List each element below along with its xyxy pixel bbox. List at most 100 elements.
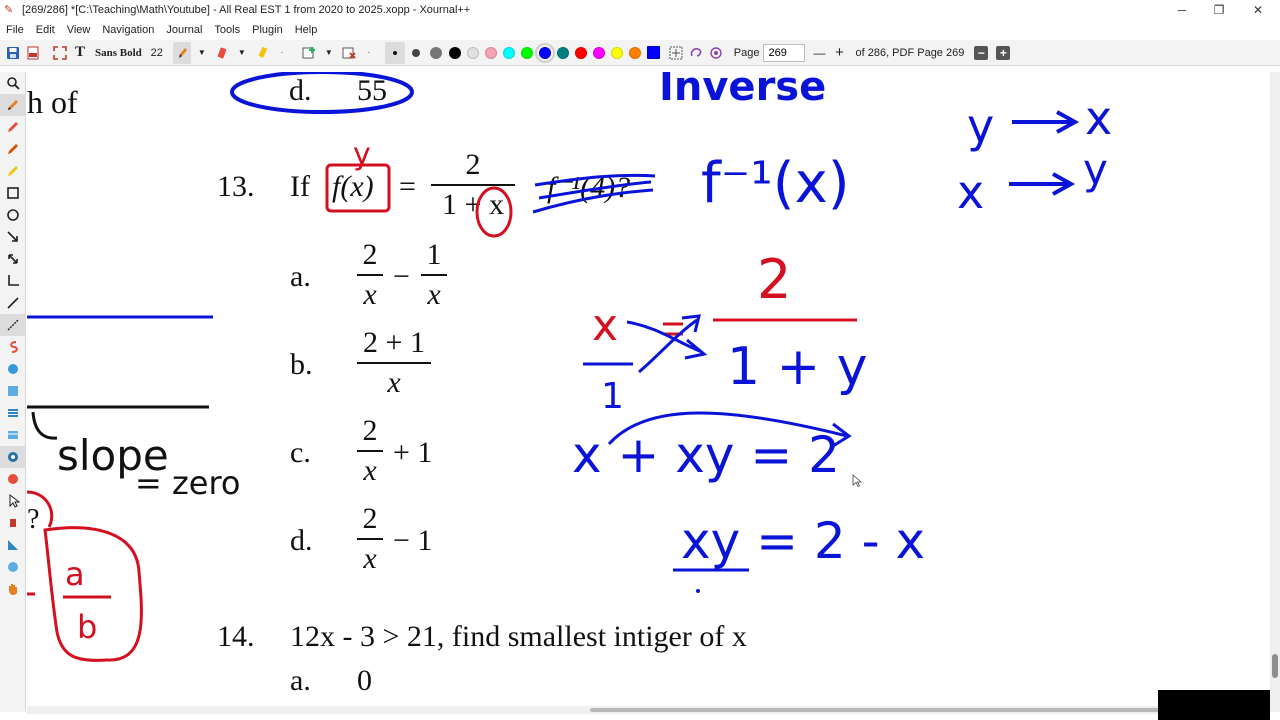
ellipse-tool-icon[interactable] bbox=[0, 204, 26, 226]
eraser-dropdown-icon[interactable]: ▼ bbox=[233, 42, 251, 64]
pen-alt2-icon[interactable] bbox=[0, 138, 26, 160]
font-size[interactable]: 22 bbox=[148, 42, 166, 64]
add-image-icon[interactable] bbox=[300, 42, 318, 64]
color-red-swatch[interactable] bbox=[574, 46, 587, 59]
window-title: [269/286] *[C:\Teaching\Math\Youtube] - … bbox=[22, 4, 471, 16]
vertical-space-icon[interactable] bbox=[0, 446, 26, 468]
menu-navigation[interactable]: Navigation bbox=[96, 20, 160, 40]
color-cyan-swatch[interactable] bbox=[502, 46, 515, 59]
color-white-swatch[interactable] bbox=[466, 46, 479, 59]
color-magenta-swatch[interactable] bbox=[592, 46, 605, 59]
current-color-swatch[interactable] bbox=[646, 46, 660, 59]
menu-journal[interactable]: Journal bbox=[160, 20, 208, 40]
menu-help[interactable]: Help bbox=[289, 20, 324, 40]
image-dropdown-icon[interactable]: ▼ bbox=[320, 42, 338, 64]
pen-icon[interactable] bbox=[172, 41, 191, 64]
select-rect-icon[interactable] bbox=[0, 380, 26, 402]
color-blue-swatch[interactable] bbox=[534, 42, 555, 63]
double-arrow-tool-icon[interactable] bbox=[0, 248, 26, 270]
layers-icon[interactable] bbox=[0, 402, 26, 424]
hand-icon-alt[interactable] bbox=[0, 512, 26, 534]
pen-tool-icon[interactable] bbox=[0, 94, 26, 116]
search-icon[interactable] bbox=[0, 72, 26, 94]
color-yellow-swatch[interactable] bbox=[610, 46, 623, 59]
page-decrement-button[interactable]: — bbox=[810, 42, 828, 64]
hand-tool-icon[interactable] bbox=[0, 578, 26, 600]
coordinate-system-icon[interactable] bbox=[0, 270, 26, 292]
ink-dot bbox=[696, 589, 700, 593]
question-13-function: f(x) bbox=[332, 170, 374, 203]
ink-y-from: y bbox=[967, 99, 994, 153]
menu-plugin[interactable]: Plugin bbox=[246, 20, 289, 40]
webcam-overlay bbox=[1158, 690, 1270, 720]
line-tool-icon[interactable] bbox=[0, 292, 26, 314]
ink-slope-hook bbox=[31, 411, 58, 440]
setsquare-icon[interactable] bbox=[0, 534, 26, 556]
rectangle-tool-icon[interactable] bbox=[0, 182, 26, 204]
page-increment-button[interactable]: + bbox=[830, 42, 848, 64]
shape-recognizer-icon[interactable] bbox=[707, 42, 725, 64]
pen-dropdown-icon[interactable]: ▼ bbox=[193, 42, 211, 64]
fullscreen-icon[interactable] bbox=[51, 42, 69, 64]
menu-tools[interactable]: Tools bbox=[208, 20, 246, 40]
text-tool-icon[interactable]: T bbox=[71, 42, 89, 64]
fraction-bar bbox=[421, 274, 447, 276]
menu-file[interactable]: File bbox=[0, 20, 30, 40]
ink-equals bbox=[663, 322, 683, 336]
font-name[interactable]: Sans Bold bbox=[91, 42, 146, 64]
delete-dropdown-icon[interactable]: · bbox=[360, 42, 378, 64]
vertical-scrollbar[interactable] bbox=[1270, 72, 1280, 712]
vertical-scroll-thumb[interactable] bbox=[1272, 654, 1278, 678]
document-canvas[interactable]: h of d. 55 13. If f(x) = 2 1 + x f⁻¹(4)?… bbox=[27, 72, 1270, 706]
color-teal-swatch[interactable] bbox=[556, 46, 569, 59]
ink-equation-2: xy = 2 - x bbox=[681, 512, 925, 570]
delete-icon[interactable] bbox=[340, 42, 358, 64]
option-d-fraction: 2 x bbox=[357, 502, 383, 576]
lasso-icon[interactable] bbox=[687, 42, 705, 64]
thickness-medium-icon[interactable] bbox=[407, 42, 425, 64]
highlighter-icon[interactable] bbox=[253, 42, 271, 64]
menu-edit[interactable]: Edit bbox=[30, 20, 61, 40]
select-region-icon[interactable] bbox=[667, 42, 685, 64]
eraser-icon[interactable] bbox=[213, 42, 231, 64]
zoom-out-button[interactable]: − bbox=[974, 45, 989, 60]
page-number-input[interactable] bbox=[763, 43, 806, 62]
thickness-fine-icon[interactable] bbox=[384, 41, 405, 64]
option-c-label: c. bbox=[290, 436, 311, 469]
arrow-tool-icon[interactable] bbox=[0, 226, 26, 248]
question-14-option-a-label: a. bbox=[290, 664, 311, 697]
option-c-den: x bbox=[363, 454, 377, 487]
save-icon[interactable] bbox=[4, 42, 22, 64]
page-template-icon[interactable] bbox=[0, 424, 26, 446]
question-13-denominator: 1 + x bbox=[442, 188, 504, 221]
page-label: Page bbox=[733, 46, 760, 59]
horizontal-scroll-thumb[interactable] bbox=[590, 708, 1240, 712]
minimize-button[interactable]: ─ bbox=[1162, 0, 1202, 20]
ink-equation-1: x + xy = 2 bbox=[572, 426, 840, 484]
compass-icon[interactable] bbox=[0, 556, 26, 578]
ink-arrow-2 bbox=[1009, 172, 1076, 196]
ink-question-mark: ? bbox=[27, 504, 39, 535]
pointer-icon[interactable] bbox=[0, 490, 26, 512]
color-orange-swatch[interactable] bbox=[628, 46, 641, 59]
ink-cross-arrow-2 bbox=[638, 314, 701, 374]
pen-alt-icon[interactable] bbox=[0, 116, 26, 138]
maximize-button[interactable]: ❐ bbox=[1199, 0, 1239, 20]
thickness-thick-icon[interactable] bbox=[427, 42, 445, 64]
color-black-swatch[interactable] bbox=[448, 46, 461, 59]
audio-record-icon[interactable] bbox=[0, 468, 26, 490]
color-pink-swatch[interactable] bbox=[484, 46, 497, 59]
highlighter-tool-icon[interactable] bbox=[0, 160, 26, 182]
zoom-in-button[interactable]: + bbox=[996, 45, 1011, 60]
ink-zero: = zero bbox=[135, 464, 241, 502]
close-button[interactable]: ✕ bbox=[1238, 0, 1278, 20]
menu-view[interactable]: View bbox=[61, 20, 97, 40]
question-13-fraction: 2 1 + x bbox=[431, 148, 515, 222]
horizontal-scrollbar[interactable] bbox=[27, 706, 1270, 714]
export-pdf-icon[interactable] bbox=[24, 42, 42, 64]
color-green-swatch[interactable] bbox=[520, 46, 533, 59]
shape-fill-icon[interactable] bbox=[0, 358, 26, 380]
fill-tool-icon[interactable] bbox=[0, 336, 26, 358]
highlighter-dropdown-icon[interactable]: · bbox=[273, 42, 291, 64]
spline-tool-icon[interactable] bbox=[0, 314, 26, 336]
